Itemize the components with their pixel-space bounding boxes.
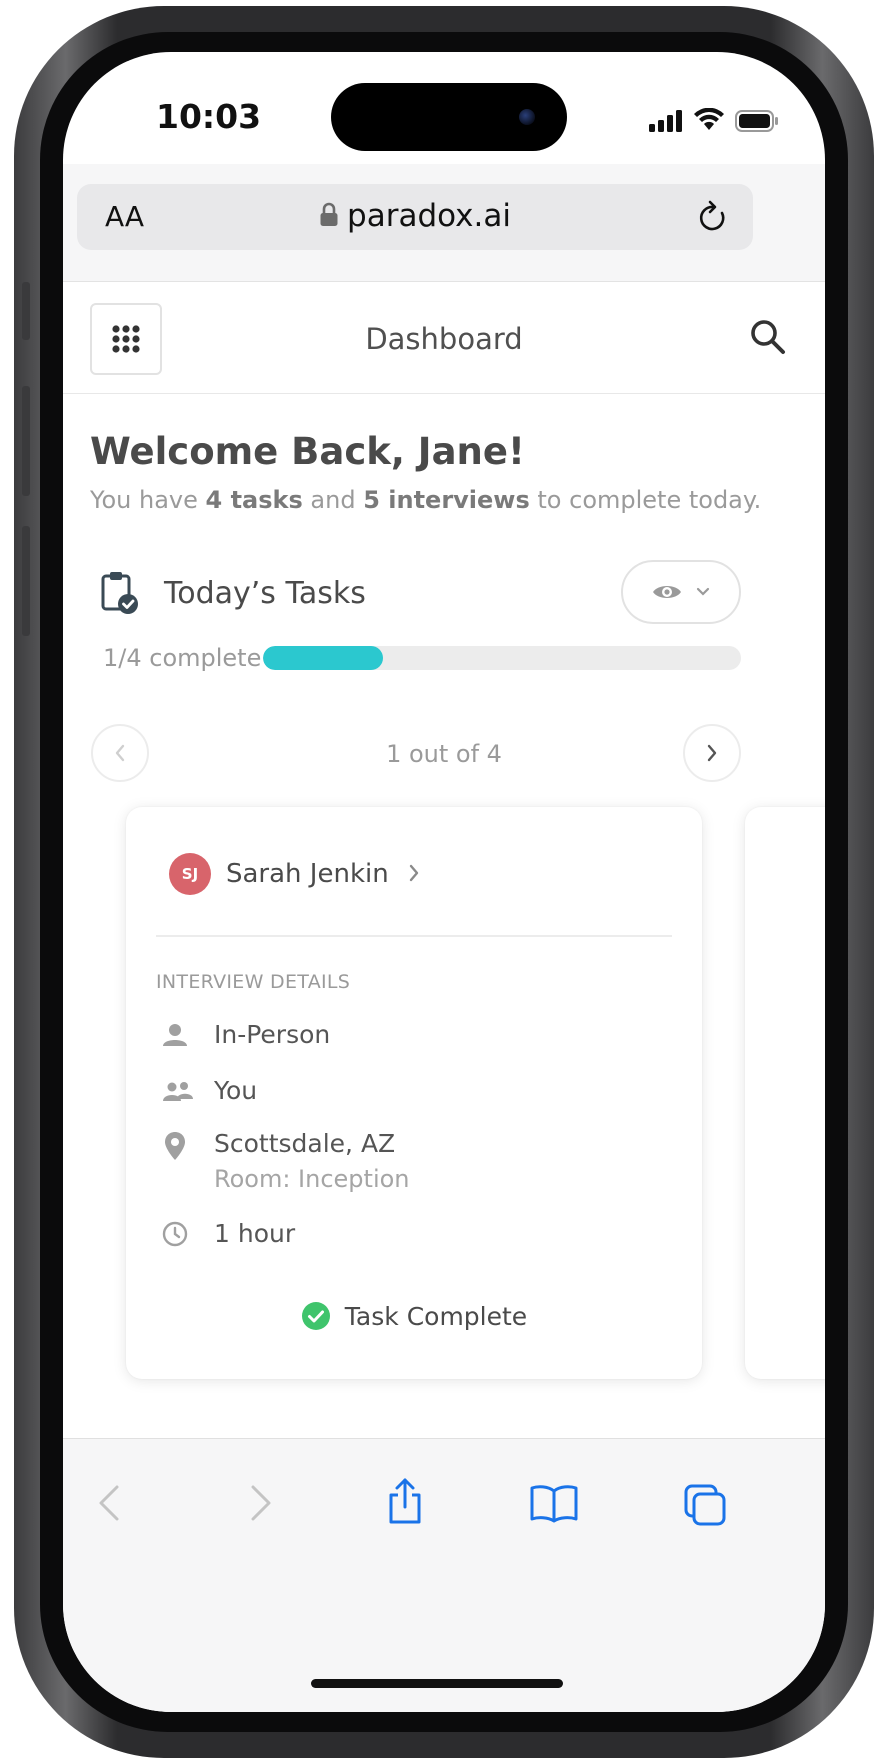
- status-icons: [649, 108, 779, 132]
- summary-prefix: You have: [90, 486, 206, 514]
- eye-icon: [653, 586, 681, 598]
- bookmarks-book-icon: [530, 1485, 578, 1523]
- forward-arrow-icon: [251, 1485, 271, 1521]
- wifi-icon: [694, 108, 724, 130]
- tasks-count: 4 tasks: [205, 486, 303, 514]
- clock-icon: [162, 1221, 188, 1251]
- status-time: 10:03: [156, 97, 262, 136]
- candidate-name-link[interactable]: Sarah Jenkin: [226, 859, 389, 889]
- bookmarks-button[interactable]: [529, 1483, 579, 1527]
- bezel: 10:03 AA paradox.ai Dashboard Welcome Ba…: [40, 32, 848, 1732]
- next-task-button[interactable]: [683, 724, 741, 782]
- browser-address-area: AA paradox.ai: [63, 164, 825, 282]
- welcome-summary: You have 4 tasks and 5 interviews to com…: [90, 486, 761, 514]
- search-icon: [751, 320, 785, 354]
- volume-up-button: [22, 386, 30, 496]
- todays-tasks-heading: Today’s Tasks: [164, 576, 366, 611]
- check-circle-icon: [301, 1302, 330, 1330]
- screen: 10:03 AA paradox.ai Dashboard Welcome Ba…: [63, 52, 825, 1712]
- interviewer: You: [214, 1076, 258, 1105]
- search-button[interactable]: [749, 318, 787, 360]
- back-button[interactable]: [97, 1483, 121, 1527]
- summary-suffix: to complete today.: [529, 486, 762, 514]
- section-label: INTERVIEW DETAILS: [156, 971, 351, 993]
- lock-icon: [320, 202, 338, 226]
- next-task-card[interactable]: [745, 807, 825, 1379]
- page-title: Dashboard: [365, 322, 523, 356]
- reload-button[interactable]: [697, 200, 729, 238]
- task-status-label: Task Complete: [344, 1301, 528, 1331]
- address-bar[interactable]: AA paradox.ai: [77, 184, 753, 250]
- progress-label: 1/4 complete: [103, 644, 262, 672]
- location: Scottsdale, AZ: [214, 1129, 396, 1158]
- room: Room: Inception: [214, 1165, 410, 1193]
- dynamic-island: [331, 83, 567, 151]
- clipboard-check-icon: [100, 570, 140, 620]
- mute-switch: [22, 282, 30, 340]
- tabs-button[interactable]: [683, 1483, 727, 1531]
- chevron-right-icon[interactable]: [408, 863, 420, 887]
- app-header: Dashboard: [63, 282, 825, 394]
- forward-button[interactable]: [249, 1483, 273, 1527]
- volume-down-button: [22, 526, 30, 636]
- interview-type: In-Person: [214, 1020, 331, 1049]
- share-icon: [389, 1478, 421, 1524]
- duration: 1 hour: [214, 1219, 296, 1248]
- chevron-down-icon: [696, 587, 710, 596]
- url-display[interactable]: paradox.ai: [77, 198, 753, 234]
- phone-frame: 10:03 AA paradox.ai Dashboard Welcome Ba…: [14, 6, 874, 1758]
- back-arrow-icon: [99, 1485, 119, 1521]
- person-icon: [162, 1023, 188, 1051]
- signal-icon: [649, 110, 682, 132]
- progress-bar: [263, 646, 741, 670]
- tabs-icon: [684, 1484, 726, 1526]
- front-camera: [519, 109, 535, 125]
- browser-toolbar: [63, 1438, 825, 1712]
- card-divider: [156, 935, 672, 937]
- task-card: SJ Sarah Jenkin INTERVIEW DETAILS In-Per…: [126, 807, 702, 1379]
- home-indicator: [311, 1679, 563, 1688]
- welcome-heading: Welcome Back, Jane!: [90, 430, 525, 473]
- people-icon: [162, 1081, 194, 1107]
- chevron-right-icon: [707, 744, 717, 762]
- progress-fill: [263, 646, 383, 670]
- avatar: SJ: [169, 853, 211, 895]
- reload-icon: [699, 200, 725, 231]
- view-filter-dropdown[interactable]: [621, 560, 741, 624]
- task-status: Task Complete: [126, 1301, 702, 1331]
- location-pin-icon: [164, 1131, 186, 1165]
- interviews-count: 5 interviews: [363, 486, 530, 514]
- url-text: paradox.ai: [347, 198, 511, 234]
- battery-icon: [735, 110, 778, 132]
- share-button[interactable]: [385, 1477, 425, 1529]
- summary-middle: and: [302, 486, 364, 514]
